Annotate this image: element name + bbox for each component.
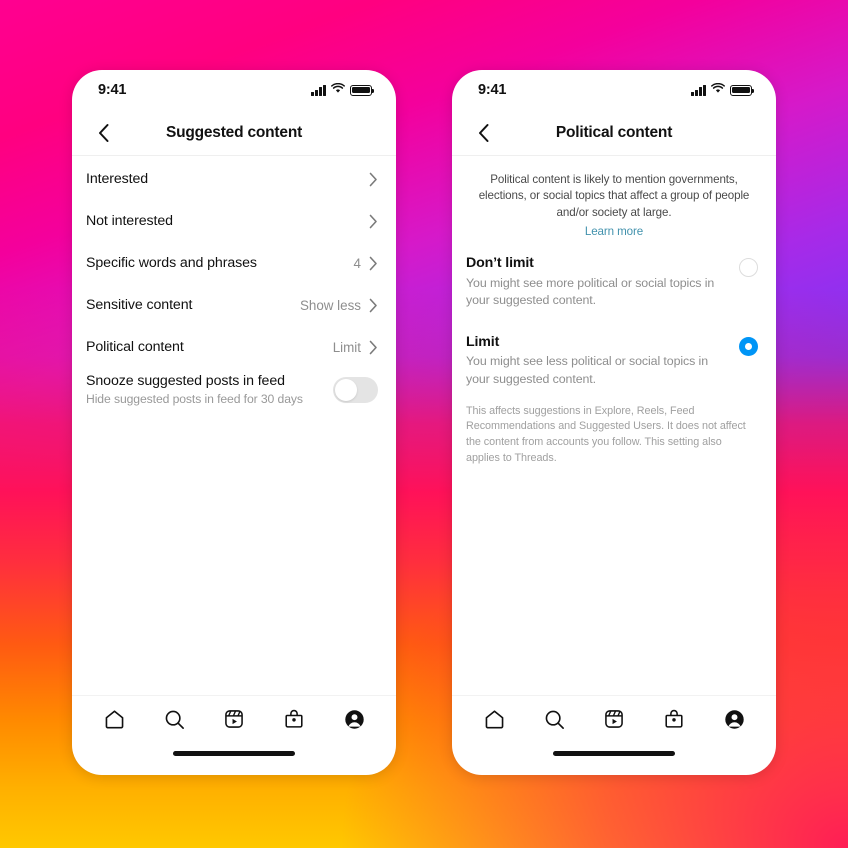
- chevron-right-icon: [369, 298, 378, 313]
- political-content-body: Political content is likely to mention g…: [452, 156, 776, 695]
- settings-row-label: Sensitive content: [86, 296, 193, 313]
- footnote-text: This affects suggestions in Explore, Ree…: [466, 404, 746, 464]
- settings-row-political-content[interactable]: Political content Limit: [72, 326, 396, 368]
- page-title: Political content: [555, 123, 673, 141]
- settings-row-label: Specific words and phrases: [86, 254, 257, 271]
- reels-icon: [223, 708, 245, 735]
- description-text: Political content is likely to mention g…: [478, 173, 750, 219]
- home-indicator[interactable]: [553, 751, 675, 756]
- settings-list: Interested Not interested Specific words…: [72, 156, 396, 695]
- option-dont-limit[interactable]: Don’t limit You might see more political…: [452, 240, 776, 319]
- settings-row-value: 4: [353, 255, 361, 271]
- chevron-left-icon[interactable]: [470, 120, 496, 146]
- tab-home[interactable]: [477, 705, 511, 739]
- wifi-icon: [331, 81, 345, 99]
- reels-icon: [603, 708, 625, 735]
- tab-profile[interactable]: [337, 705, 371, 739]
- settings-row-value: Show less: [299, 297, 361, 313]
- settings-row-snooze-suggested-posts[interactable]: Snooze suggested posts in feed Hide sugg…: [72, 368, 396, 412]
- option-description: You might see more political or social t…: [466, 275, 715, 307]
- shop-bag-icon: [283, 708, 305, 735]
- snooze-toggle-switch[interactable]: [333, 376, 378, 403]
- toggle-knob: [335, 378, 357, 401]
- wifi-icon: [711, 81, 725, 99]
- profile-avatar-icon: [343, 708, 366, 736]
- status-bar-icons: [311, 81, 375, 99]
- nav-header: Suggested content: [72, 110, 396, 156]
- phone-mockup-suggested-content: 9:41 Suggested content Interested Not in…: [72, 70, 396, 775]
- battery-full-icon: [350, 84, 375, 96]
- settings-row-label: Interested: [86, 170, 149, 187]
- tab-reels[interactable]: [597, 705, 631, 739]
- profile-avatar-icon: [723, 708, 746, 736]
- radio-limit[interactable]: [739, 337, 758, 357]
- home-icon: [483, 708, 506, 736]
- tab-shop[interactable]: [277, 705, 311, 739]
- home-icon: [103, 708, 126, 736]
- option-title: Limit: [466, 334, 500, 351]
- settings-row-label: Not interested: [86, 212, 173, 229]
- chevron-right-icon: [369, 172, 378, 187]
- bottom-tab-bar: [452, 695, 776, 747]
- learn-more-link[interactable]: Learn more: [585, 225, 643, 238]
- search-icon: [543, 708, 566, 736]
- settings-row-sublabel: Hide suggested posts in feed for 30 days: [86, 392, 303, 407]
- signal-bars-icon: [691, 84, 706, 96]
- radio-dont-limit[interactable]: [739, 258, 758, 278]
- nav-header: Political content: [452, 110, 776, 156]
- shop-bag-icon: [663, 708, 685, 735]
- status-bar: 9:41: [72, 70, 396, 110]
- home-indicator-area: [452, 747, 776, 775]
- settings-row-label: Political content: [86, 338, 184, 355]
- phone-mockup-political-content: 9:41 Political content Political content…: [452, 70, 776, 775]
- settings-row-interested[interactable]: Interested: [72, 158, 396, 200]
- tab-home[interactable]: [97, 705, 131, 739]
- status-bar-icons: [691, 81, 755, 99]
- home-indicator-area: [72, 747, 396, 775]
- signal-bars-icon: [311, 84, 326, 96]
- settings-row-label: Snooze suggested posts in feed: [86, 373, 285, 389]
- chevron-right-icon: [369, 214, 378, 229]
- tab-shop[interactable]: [657, 705, 691, 739]
- page-title: Suggested content: [165, 123, 303, 141]
- tab-search[interactable]: [537, 705, 571, 739]
- status-bar-time: 9:41: [98, 82, 127, 98]
- status-bar: 9:41: [452, 70, 776, 110]
- bottom-tab-bar: [72, 695, 396, 747]
- settings-row-not-interested[interactable]: Not interested: [72, 200, 396, 242]
- tab-reels[interactable]: [217, 705, 251, 739]
- battery-full-icon: [730, 84, 755, 96]
- chevron-right-icon: [369, 256, 378, 271]
- settings-row-sensitive-content[interactable]: Sensitive content Show less: [72, 284, 396, 326]
- tab-search[interactable]: [157, 705, 191, 739]
- search-icon: [163, 708, 186, 736]
- tab-profile[interactable]: [717, 705, 751, 739]
- settings-row-specific-words-and-phrases[interactable]: Specific words and phrases 4: [72, 242, 396, 284]
- status-bar-time: 9:41: [478, 82, 507, 98]
- home-indicator[interactable]: [173, 751, 295, 756]
- description-block: Political content is likely to mention g…: [452, 158, 776, 240]
- settings-row-value: Limit: [332, 339, 361, 355]
- option-limit[interactable]: Limit You might see less political or so…: [452, 319, 776, 398]
- chevron-right-icon: [369, 340, 378, 355]
- option-title: Don’t limit: [466, 255, 534, 272]
- chevron-left-icon[interactable]: [90, 120, 116, 146]
- option-description: You might see less political or social t…: [466, 354, 708, 386]
